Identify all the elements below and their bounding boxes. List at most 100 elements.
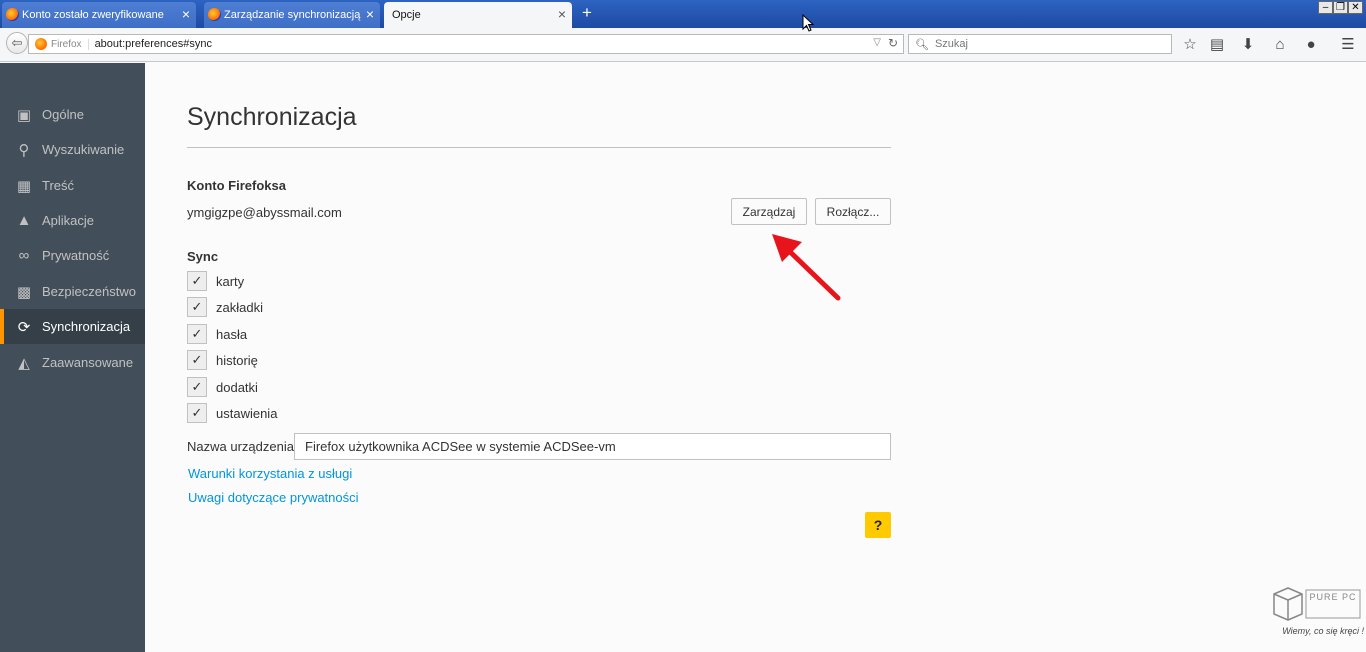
sync-option-passwords[interactable]: ✓ hasła — [187, 324, 247, 344]
sync-option-bookmarks[interactable]: ✓ zakładki — [187, 297, 263, 317]
sidebar-item-label: Prywatność — [42, 248, 110, 263]
firefox-icon — [6, 8, 19, 21]
checkbox[interactable]: ✓ — [187, 403, 207, 423]
terms-link[interactable]: Warunki korzystania z usługi — [188, 466, 352, 481]
checkbox-label: karty — [216, 273, 245, 289]
sync-option-settings[interactable]: ✓ ustawienia — [187, 403, 277, 423]
privacy-link[interactable]: Uwagi dotyczące prywatności — [188, 490, 359, 505]
preferences-sidebar: ▣ Ogólne ⚲ Wyszukiwanie ▦ Treść ▲ Aplika… — [0, 63, 145, 652]
sync-option-tabs[interactable]: ✓ karty — [187, 271, 244, 291]
tab-sync-manage[interactable]: Zarządzanie synchronizacją × — [204, 2, 380, 28]
sync-option-history[interactable]: ✓ historię — [187, 350, 258, 370]
checkmark-icon: ✓ — [191, 352, 203, 367]
back-arrow-icon: ⇦ — [11, 35, 23, 50]
chat-icon[interactable]: ● — [1301, 35, 1321, 55]
window-close-button[interactable]: ✕ — [1348, 1, 1363, 14]
sidebar-item-label: Bezpieczeństwo — [42, 284, 136, 299]
tab-label: Zarządzanie synchronizacją — [224, 9, 361, 21]
tab-strip: Konto zostało zweryfikowane × Zarządzani… — [0, 0, 1366, 28]
checkbox-label: hasła — [216, 326, 248, 342]
account-email: ymgigzpe@abyssmail.com — [187, 205, 342, 220]
checkbox[interactable]: ✓ — [187, 324, 207, 344]
account-heading: Konto Firefoksa — [187, 178, 286, 193]
search-icon: ⚲ — [18, 141, 30, 159]
url-bar[interactable]: Firefox about:preferences#sync ▽ ↻ — [28, 34, 904, 54]
sidebar-item-privacy[interactable]: ∞ Prywatność — [0, 238, 145, 273]
identity-label: Firefox — [51, 38, 89, 50]
close-icon[interactable]: × — [182, 6, 190, 22]
tab-verified[interactable]: Konto zostało zweryfikowane × — [2, 2, 196, 28]
sidebar-item-general[interactable]: ▣ Ogólne — [0, 97, 145, 132]
purepc-watermark: PURE PC Wiemy, co się kręci ! — [1266, 586, 1364, 650]
checkbox-label: zakładki — [216, 299, 263, 315]
sidebar-item-label: Aplikacje — [42, 213, 95, 228]
page-title: Synchronizacja — [187, 103, 357, 131]
sidebar-item-label: Ogólne — [42, 107, 84, 122]
checkmark-icon: ✓ — [191, 299, 203, 314]
mouse-cursor-icon — [802, 14, 814, 32]
sidebar-item-label: Wyszukiwanie — [42, 142, 125, 157]
checkmark-icon: ✓ — [191, 379, 203, 394]
annotation-arrow-icon — [772, 234, 841, 301]
sidebar-item-label: Treść — [42, 178, 75, 193]
tab-options[interactable]: Opcje × — [384, 2, 572, 28]
device-name-label: Nazwa urządzenia: — [187, 439, 298, 454]
home-icon[interactable]: ⌂ — [1270, 35, 1290, 55]
checkbox[interactable]: ✓ — [187, 271, 207, 291]
close-icon[interactable]: × — [558, 6, 566, 22]
sidebar-item-content[interactable]: ▦ Treść — [0, 168, 145, 203]
minimize-button[interactable]: – — [1318, 1, 1333, 14]
sidebar-item-search[interactable]: ⚲ Wyszukiwanie — [0, 132, 145, 167]
checkbox[interactable]: ✓ — [187, 377, 207, 397]
watermark-slogan: Wiemy, co się kręci ! — [1282, 626, 1364, 636]
sidebar-item-label: Synchronizacja — [42, 319, 131, 334]
close-icon[interactable]: × — [366, 6, 374, 22]
sync-icon: ⟳ — [17, 318, 31, 336]
sidebar-item-label: Zaawansowane — [42, 355, 134, 370]
sidebar-item-sync[interactable]: ⟳ Synchronizacja — [0, 309, 145, 344]
menu-icon[interactable]: ☰ — [1338, 35, 1358, 55]
mask-icon: ∞ — [18, 247, 30, 264]
device-name-input[interactable]: Firefox użytkownika ACDSee w systemie AC… — [294, 433, 891, 460]
new-tab-button[interactable]: + — [578, 4, 596, 22]
checkmark-icon: ✓ — [191, 405, 203, 420]
watermark-brand: PURE PC — [1309, 592, 1357, 602]
checkmark-icon: ✓ — [191, 273, 203, 288]
checkbox[interactable]: ✓ — [187, 350, 207, 370]
reading-list-icon[interactable]: ▤ — [1207, 35, 1227, 55]
search-icon: 🔍︎ — [915, 38, 929, 51]
back-button[interactable]: ⇦ — [6, 32, 28, 54]
search-input[interactable]: Szukaj — [935, 38, 968, 50]
download-icon[interactable]: ⬇ — [1238, 35, 1258, 55]
manage-button[interactable]: Zarządzaj — [731, 198, 807, 225]
firefox-icon — [208, 8, 221, 21]
sync-heading: Sync — [187, 249, 219, 264]
help-button[interactable]: ? — [865, 512, 891, 538]
sidebar-item-applications[interactable]: ▲ Aplikacje — [0, 203, 145, 238]
general-icon: ▣ — [16, 106, 32, 124]
search-bar[interactable]: 🔍︎ Szukaj — [908, 34, 1172, 54]
disconnect-button[interactable]: Rozłącz... — [815, 198, 891, 225]
document-icon: ▦ — [16, 177, 32, 195]
navigation-toolbar: ⇦ Firefox about:preferences#sync ▽ ↻ 🔍︎ … — [0, 28, 1366, 62]
tab-label: Konto zostało zweryfikowane — [22, 9, 164, 21]
url-input[interactable]: about:preferences#sync — [95, 38, 212, 50]
sidebar-item-advanced[interactable]: ◭ Zaawansowane — [0, 345, 145, 380]
sidebar-item-security[interactable]: ▩ Bezpieczeństwo — [0, 274, 145, 309]
history-dropdown-icon[interactable]: ▽ — [873, 37, 881, 48]
wizard-hat-icon: ◭ — [18, 354, 30, 372]
checkbox-label: dodatki — [216, 379, 258, 395]
tab-label: Opcje — [392, 9, 421, 21]
bookmark-star-icon[interactable]: ☆ — [1180, 35, 1200, 55]
checkbox-label: ustawienia — [216, 405, 278, 421]
preferences-content: Synchronizacja Konto Firefoksa ymgigzpe@… — [145, 63, 1366, 652]
reload-icon[interactable]: ↻ — [888, 36, 898, 50]
restore-button[interactable]: ❐ — [1333, 1, 1348, 14]
firefox-identity-icon — [35, 38, 47, 50]
checkbox[interactable]: ✓ — [187, 297, 207, 317]
sync-option-addons[interactable]: ✓ dodatki — [187, 377, 258, 397]
rocket-icon: ▲ — [16, 212, 32, 229]
checkbox-label: historię — [216, 352, 258, 368]
security-icon: ▩ — [16, 283, 32, 301]
checkmark-icon: ✓ — [191, 326, 203, 341]
